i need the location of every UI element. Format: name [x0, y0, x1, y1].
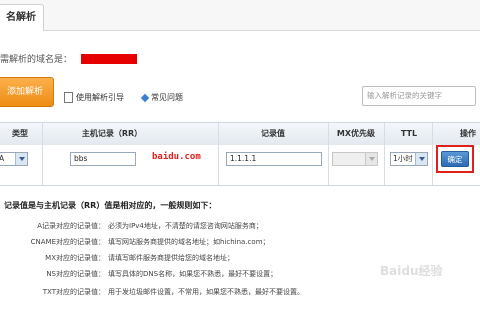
redacted-domain-mark — [80, 53, 137, 64]
column-divider — [432, 123, 433, 185]
rule-label: NS对应的记录值： — [46, 270, 105, 278]
watermark: Baidu经验 — [380, 264, 443, 278]
header-host: 主机记录（RR） — [81, 129, 143, 138]
mx-priority-select — [332, 152, 378, 166]
column-divider — [328, 123, 329, 185]
header-value: 记录值 — [261, 129, 285, 138]
rule-label: A记录对应的记录值： — [37, 222, 105, 230]
guide-link[interactable]: 使用解析引导 — [64, 92, 124, 103]
rule-desc: 填写网站服务商提供的域名地址；如hichina.com； — [108, 238, 270, 246]
confirm-button[interactable]: 确定 — [441, 151, 469, 167]
domain-row: 需解析的域名是： — [0, 52, 137, 65]
column-divider — [42, 123, 43, 185]
faq-link-label: 常见问题 — [151, 93, 183, 102]
domain-label: 需解析的域名是： — [0, 55, 73, 65]
header-action: 操作 — [460, 129, 476, 138]
rules-title: 记录值是与主机记录（RR）值是相对应的，一般规则如下： — [4, 201, 217, 210]
table-header: 类型 主机记录（RR） 记录值 MX优先级 TTL 操作 — [0, 123, 480, 145]
rule-item: CNAME对应的记录值： 填写网站服务商提供的域名地址；如hichina.com… — [0, 236, 400, 248]
header-mx: MX优先级 — [336, 129, 376, 138]
host-record-input[interactable]: bbs — [70, 152, 136, 166]
rule-label: CNAME对应的记录值： — [30, 238, 105, 246]
rule-item: NS对应的记录值： 填写具体的DNS名称，如果您不熟悉，最好不要设置； — [0, 268, 400, 280]
top-bar: 名解析 — [0, 0, 480, 31]
rule-desc: 填写具体的DNS名称，如果您不熟悉，最好不要设置； — [108, 270, 278, 278]
record-type-value: A — [0, 154, 5, 163]
document-icon — [64, 92, 73, 103]
add-record-button[interactable]: 添加解析 — [0, 77, 54, 107]
rule-item: A记录对应的记录值： 必须为IPv4地址，不清楚的请您咨询网站服务商； — [0, 220, 400, 232]
header-type: 类型 — [12, 129, 28, 138]
record-type-select[interactable]: A — [0, 152, 28, 166]
chevron-down-icon — [415, 153, 427, 165]
guide-link-label: 使用解析引导 — [76, 93, 124, 102]
ttl-value: 1小时 — [393, 154, 413, 163]
chevron-down-icon — [15, 153, 27, 165]
rule-desc: 请填写邮件服务商提供给您的域名地址； — [108, 254, 234, 262]
column-divider — [384, 123, 385, 185]
header-ttl: TTL — [400, 129, 418, 138]
faq-link[interactable]: 常见问题 — [140, 92, 183, 103]
confirm-highlight-box: 确定 — [436, 145, 474, 173]
chevron-down-icon — [365, 153, 377, 165]
diamond-icon — [140, 93, 150, 102]
column-divider — [218, 123, 219, 185]
domain-suffix: baidu.com — [152, 152, 201, 162]
tab-domain-resolution[interactable]: 名解析 — [0, 4, 44, 31]
rule-label: MX对应的记录值： — [45, 254, 105, 262]
rule-item: MX对应的记录值： 请填写邮件服务商提供给您的域名地址； — [0, 252, 400, 264]
rule-desc: 用于发垃圾邮件设置，不常用，如果您不熟悉，最好不要设置。 — [108, 288, 304, 296]
record-value-input[interactable]: 1.1.1.1 — [226, 152, 322, 166]
ttl-select[interactable]: 1小时 — [390, 152, 428, 166]
search-input[interactable]: 输入解析记录的关键字 — [362, 86, 476, 106]
rule-label: TXT对应的记录值： — [42, 288, 105, 296]
rule-desc: 必须为IPv4地址，不清楚的请您咨询网站服务商； — [108, 222, 263, 230]
rule-item: TXT对应的记录值： 用于发垃圾邮件设置，不常用，如果您不熟悉，最好不要设置。 — [0, 286, 400, 298]
